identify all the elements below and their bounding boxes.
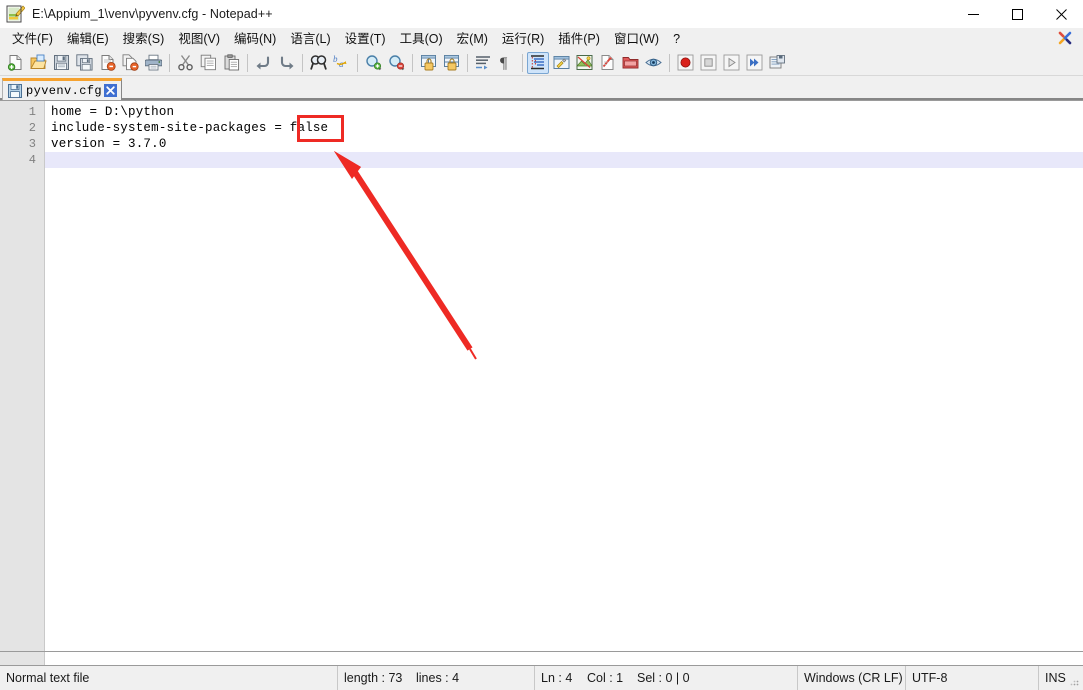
code-line[interactable]: version = 3.7.0: [45, 136, 1083, 152]
macro-save-icon[interactable]: [766, 52, 788, 74]
code-text[interactable]: home = D:\python include-system-site-pac…: [45, 101, 1083, 651]
line-number-gutter: 1 2 3 4: [0, 101, 45, 651]
line-number: 3: [0, 136, 44, 152]
toolbar: b a: [0, 50, 1083, 76]
word-wrap-icon[interactable]: [472, 52, 494, 74]
close-document-x-icon[interactable]: [1057, 30, 1073, 46]
menu-tools[interactable]: 工具(O): [393, 29, 450, 50]
save-icon[interactable]: [50, 52, 72, 74]
menu-help[interactable]: ?: [666, 29, 687, 50]
status-bar: Normal text file length : 73 lines : 4 L…: [0, 666, 1083, 690]
toolbar-separator: [669, 54, 670, 72]
macro-record-icon[interactable]: [674, 52, 696, 74]
cut-icon[interactable]: [174, 52, 196, 74]
function-list-icon[interactable]: [596, 52, 618, 74]
replace-icon[interactable]: b a: [330, 52, 352, 74]
tab-label: pyvenv.cfg: [26, 84, 102, 98]
menu-language[interactable]: 语言(L): [283, 29, 337, 50]
close-file-icon[interactable]: [96, 52, 118, 74]
status-length: length : 73: [338, 666, 410, 690]
menu-search[interactable]: 搜索(S): [116, 29, 172, 50]
status-lines: lines : 4: [410, 666, 535, 690]
svg-text:¶: ¶: [500, 55, 508, 71]
close-all-files-icon[interactable]: [119, 52, 141, 74]
menu-edit[interactable]: 编辑(E): [60, 29, 116, 50]
line-number: 1: [0, 104, 44, 120]
menu-encoding[interactable]: 编码(N): [227, 29, 283, 50]
menu-settings[interactable]: 设置(T): [338, 29, 393, 50]
status-file-type: Normal text file: [0, 666, 338, 690]
undo-icon[interactable]: [252, 52, 274, 74]
toolbar-separator: [357, 54, 358, 72]
zoom-in-icon[interactable]: [362, 52, 384, 74]
scrollbar-corner: [0, 652, 45, 665]
menu-file[interactable]: 文件(F): [5, 29, 60, 50]
menu-run[interactable]: 运行(R): [495, 29, 551, 50]
status-sel: Sel : 0 | 0: [631, 666, 798, 690]
maximize-button[interactable]: [995, 0, 1039, 28]
window-title: E:\Appium_1\venv\pyvenv.cfg - Notepad++: [32, 7, 273, 21]
macro-stop-icon[interactable]: [697, 52, 719, 74]
toolbar-separator: [467, 54, 468, 72]
paste-icon[interactable]: [220, 52, 242, 74]
line-number: 2: [0, 120, 44, 136]
save-all-icon[interactable]: [73, 52, 95, 74]
notepad-plus-plus-icon: [5, 4, 25, 24]
toolbar-separator: [169, 54, 170, 72]
notepadpp-window: E:\Appium_1\venv\pyvenv.cfg - Notepad++ …: [0, 0, 1083, 690]
scrollbar-track[interactable]: [45, 652, 1083, 665]
copy-icon[interactable]: [197, 52, 219, 74]
indent-guide-icon[interactable]: [527, 52, 549, 74]
toolbar-separator: [302, 54, 303, 72]
close-button[interactable]: [1039, 0, 1083, 28]
status-col: Col : 1: [581, 666, 631, 690]
redo-icon[interactable]: [275, 52, 297, 74]
saved-file-icon: [8, 84, 22, 98]
open-file-icon[interactable]: [27, 52, 49, 74]
macro-run-multiple-icon[interactable]: [743, 52, 765, 74]
sync-vertical-scroll-icon[interactable]: [417, 52, 439, 74]
menu-window[interactable]: 窗口(W): [607, 29, 666, 50]
code-line[interactable]: include-system-site-packages = false: [45, 120, 1083, 136]
code-line[interactable]: home = D:\python: [45, 104, 1083, 120]
zoom-out-icon[interactable]: [385, 52, 407, 74]
print-icon[interactable]: [142, 52, 164, 74]
sync-horizontal-scroll-icon[interactable]: [440, 52, 462, 74]
status-encoding: UTF-8: [906, 666, 1039, 690]
status-eol: Windows (CR LF): [798, 666, 906, 690]
resize-grip-icon[interactable]: [1068, 675, 1080, 687]
menu-bar: 文件(F) 编辑(E) 搜索(S) 视图(V) 编码(N) 语言(L) 设置(T…: [0, 28, 1083, 50]
toolbar-separator: [247, 54, 248, 72]
menu-plugins[interactable]: 插件(P): [551, 29, 607, 50]
title-bar: E:\Appium_1\venv\pyvenv.cfg - Notepad++: [0, 0, 1083, 28]
minimize-button[interactable]: [951, 0, 995, 28]
status-ln: Ln : 4: [535, 666, 581, 690]
folder-as-workspace-icon[interactable]: [619, 52, 641, 74]
editor-area[interactable]: 1 2 3 4 home = D:\python include-system-…: [0, 100, 1083, 652]
macro-playback-icon[interactable]: [720, 52, 742, 74]
line-number: 4: [0, 152, 44, 168]
user-defined-dialog-icon[interactable]: [550, 52, 572, 74]
window-controls: [951, 0, 1083, 28]
menu-macro[interactable]: 宏(M): [450, 29, 495, 50]
monitoring-icon[interactable]: [642, 52, 664, 74]
new-file-icon[interactable]: [4, 52, 26, 74]
toolbar-separator: [412, 54, 413, 72]
tab-close-icon[interactable]: [104, 84, 117, 97]
menu-view[interactable]: 视图(V): [171, 29, 227, 50]
find-icon[interactable]: [307, 52, 329, 74]
show-all-characters-icon[interactable]: ¶: [495, 52, 517, 74]
tab-pyvenv-cfg[interactable]: pyvenv.cfg: [2, 78, 122, 100]
show-document-map-icon[interactable]: [573, 52, 595, 74]
svg-text:b: b: [333, 54, 338, 64]
code-line-current[interactable]: [45, 152, 1083, 168]
tab-bar: pyvenv.cfg: [0, 76, 1083, 100]
toolbar-separator: [522, 54, 523, 72]
horizontal-scrollbar[interactable]: [0, 652, 1083, 666]
